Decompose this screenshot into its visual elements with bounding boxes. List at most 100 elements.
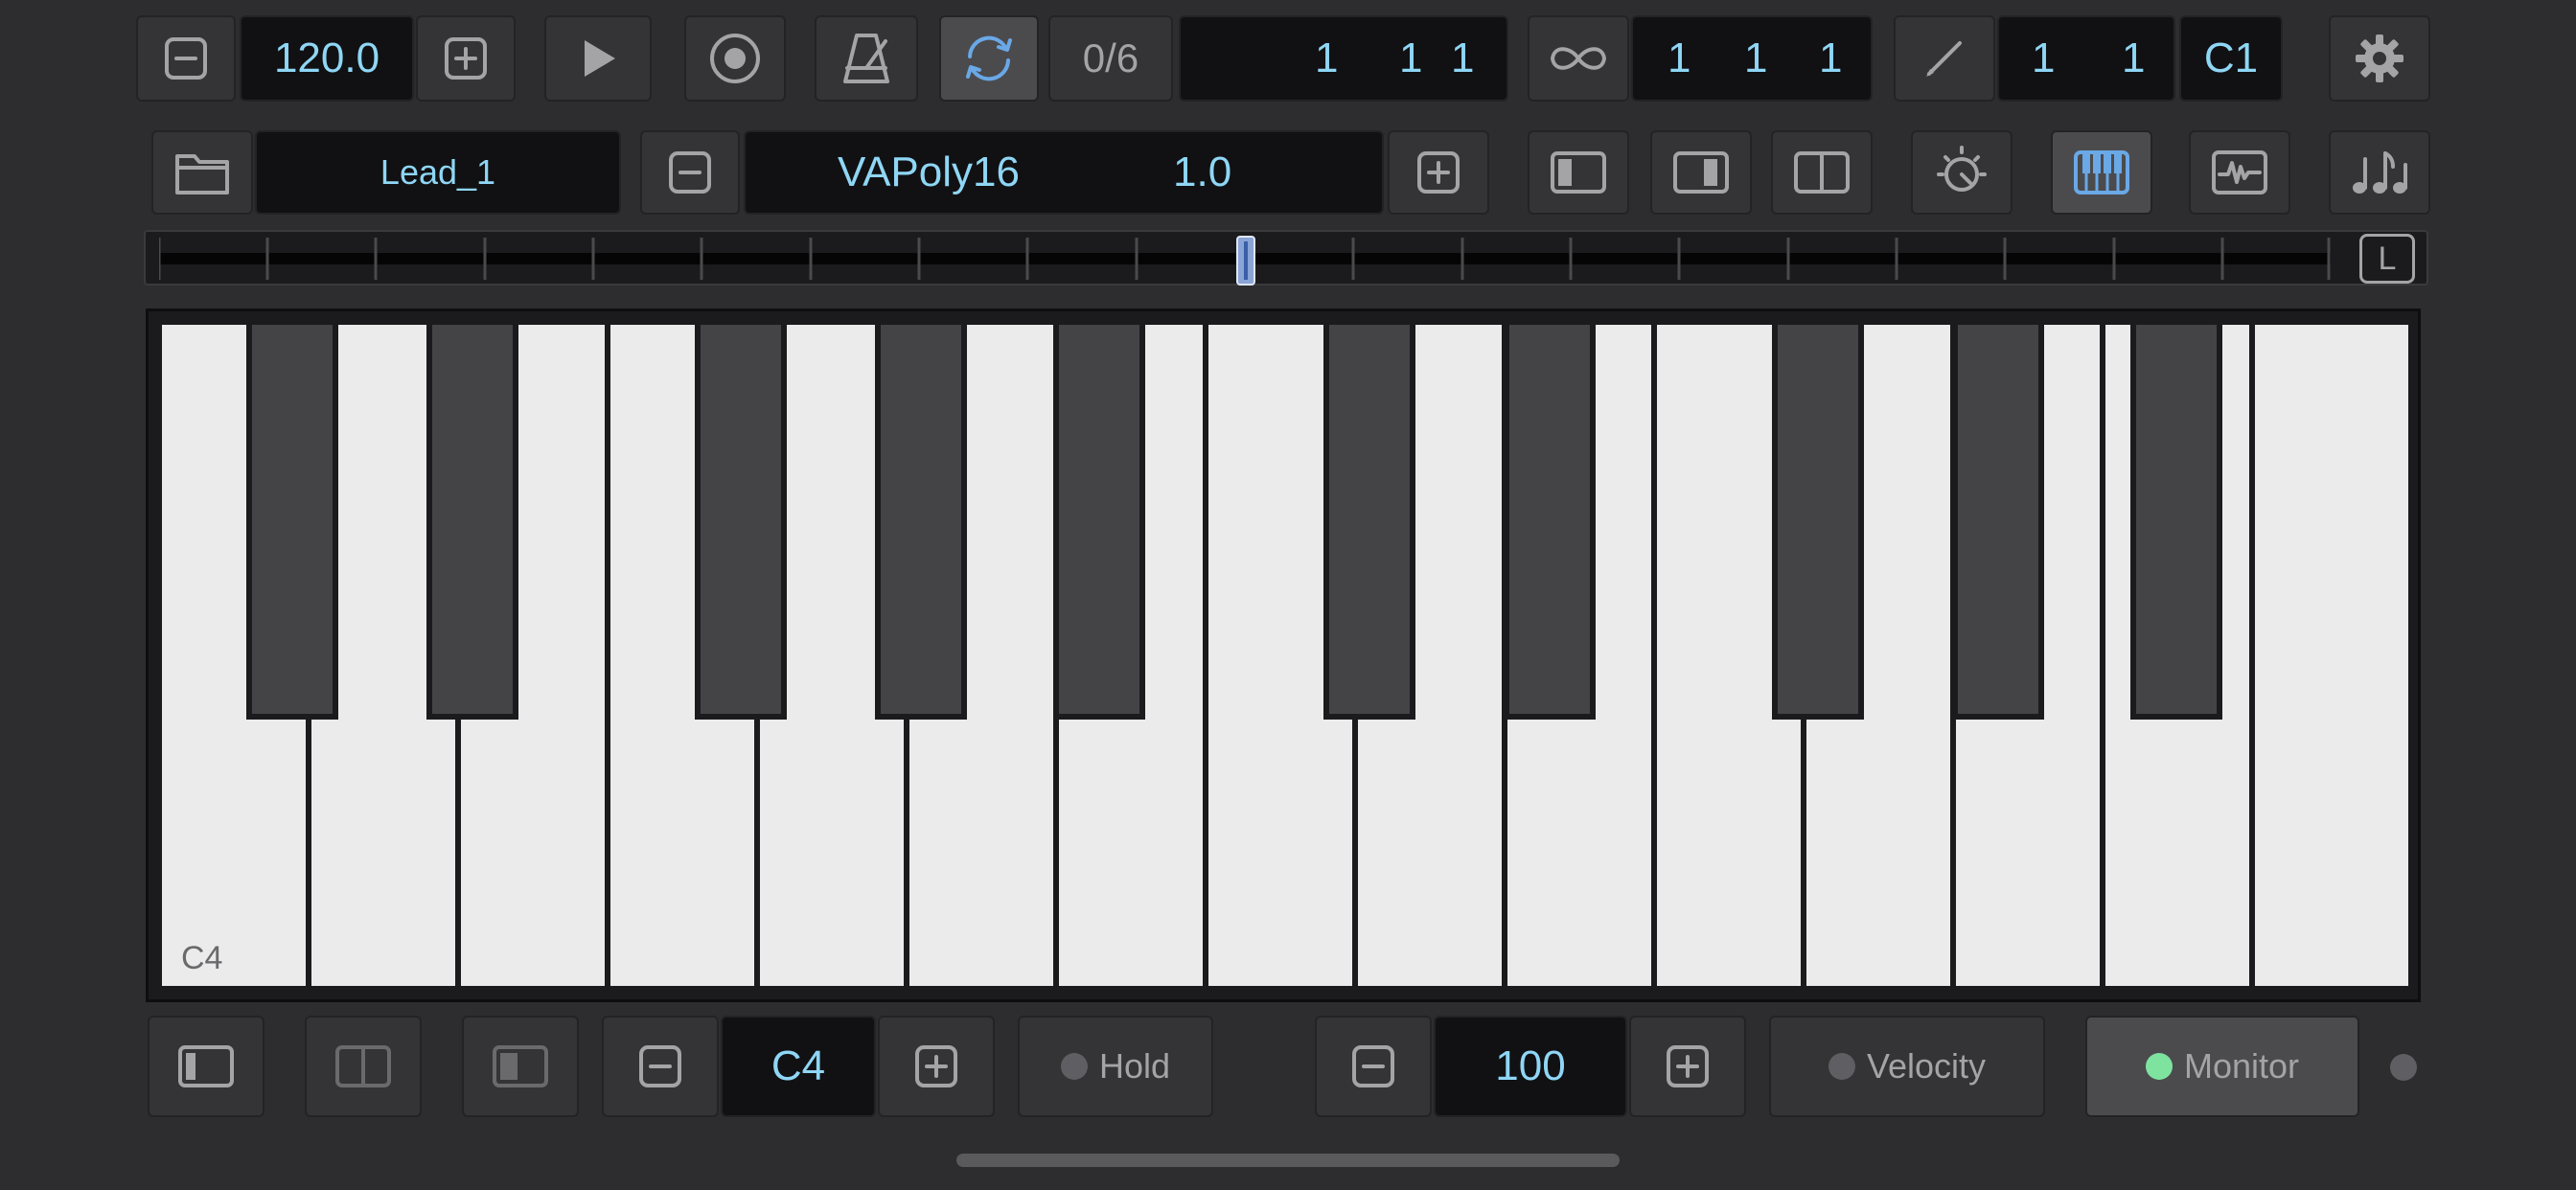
velocity-value: 100	[1495, 1042, 1566, 1089]
lock-label: L	[2378, 240, 2397, 277]
minus-box-icon	[639, 1045, 681, 1087]
folder-icon	[175, 154, 229, 195]
position-display: 1 1 1	[1179, 15, 1508, 102]
minus-box-icon	[165, 37, 207, 80]
black-key[interactable]	[1053, 325, 1145, 720]
black-key[interactable]	[246, 325, 338, 720]
timeline-scrubber[interactable]: L	[144, 230, 2428, 286]
layout-split-button[interactable]	[305, 1016, 422, 1117]
instrument-value: 1.0	[1173, 149, 1232, 195]
tempo-increase-button[interactable]	[416, 15, 516, 102]
loop-icon	[966, 35, 1012, 81]
black-key[interactable]	[1323, 325, 1415, 720]
play-button[interactable]	[544, 15, 652, 102]
octave-key-label: C4	[181, 940, 223, 976]
plus-box-icon	[1417, 151, 1460, 194]
split-view-icon	[335, 1045, 391, 1087]
velocity-toggle-button[interactable]: Velocity	[1769, 1016, 2045, 1117]
velocity-decrease-button[interactable]	[1315, 1016, 1432, 1117]
left-panel-button[interactable]	[1528, 130, 1629, 215]
hold-label: Hold	[1098, 1046, 1171, 1086]
music-notes-icon	[2353, 151, 2407, 194]
keyboard-view-button[interactable]	[2051, 130, 2152, 215]
minus-box-icon	[1352, 1045, 1394, 1087]
black-key[interactable]	[1952, 325, 2044, 720]
black-key[interactable]	[875, 325, 967, 720]
instrument-increase-button[interactable]	[1388, 130, 1489, 215]
waveform-view-button[interactable]	[2189, 130, 2290, 215]
edit-grid-bar: 1	[2032, 34, 2056, 81]
panel-left-icon	[178, 1045, 234, 1087]
instrument-decrease-button[interactable]	[640, 130, 740, 215]
right-panel-button[interactable]	[1650, 130, 1752, 215]
status-indicator	[2390, 1054, 2417, 1081]
split-view-icon	[1794, 151, 1850, 194]
tempo-field[interactable]: 120.0	[240, 15, 414, 102]
instrument-field[interactable]: VAPoly16 1.0	[744, 130, 1384, 215]
black-key[interactable]	[1504, 325, 1596, 720]
black-key[interactable]	[426, 325, 518, 720]
black-key[interactable]	[695, 325, 787, 720]
white-key[interactable]	[2255, 325, 2408, 986]
hold-toggle-button[interactable]: Hold	[1018, 1016, 1213, 1117]
loop-length-display: 1 1 1	[1631, 15, 1873, 102]
layout-right-button[interactable]	[462, 1016, 579, 1117]
settings-button[interactable]	[2329, 15, 2430, 102]
track-name: Lead_1	[380, 152, 496, 192]
octave-decrease-button[interactable]	[602, 1016, 719, 1117]
waveform-icon	[2212, 150, 2267, 195]
position-tick: 1	[1451, 34, 1475, 81]
octave-increase-button[interactable]	[878, 1016, 995, 1117]
knob-view-button[interactable]	[1911, 130, 2012, 215]
split-view-button[interactable]	[1771, 130, 1873, 215]
infinity-icon	[1551, 47, 1606, 70]
tempo-value: 120.0	[273, 34, 380, 81]
edit-note-display[interactable]: C1	[2179, 15, 2283, 102]
scrubber-lock-button[interactable]: L	[2359, 234, 2415, 284]
record-button[interactable]	[684, 15, 786, 102]
position-bar: 1	[1315, 34, 1339, 81]
play-icon	[585, 40, 615, 77]
pencil-icon	[1926, 41, 1962, 77]
track-name-field[interactable]: Lead_1	[255, 130, 621, 215]
velocity-field[interactable]: 100	[1434, 1016, 1627, 1117]
octave-field[interactable]: C4	[721, 1016, 876, 1117]
piano-keyboard[interactable]: C4	[146, 309, 2421, 1002]
position-beat: 1	[1399, 34, 1423, 81]
velocity-increase-button[interactable]	[1629, 1016, 1746, 1117]
panel-right-icon	[1673, 151, 1729, 194]
edit-pencil-button[interactable]	[1894, 15, 1995, 102]
plus-box-icon	[445, 37, 487, 80]
scrubber-handle[interactable]	[1236, 236, 1255, 286]
layout-left-button[interactable]	[148, 1016, 264, 1117]
monitor-indicator	[2145, 1053, 2173, 1080]
edit-grid-display: 1 1	[1997, 15, 2175, 102]
tempo-decrease-button[interactable]	[136, 15, 236, 102]
loop-count-display: 0/6	[1048, 15, 1173, 102]
panel-half-icon	[493, 1045, 548, 1087]
keys-area: C4	[162, 325, 2408, 986]
minus-box-icon	[669, 151, 711, 194]
metronome-icon	[843, 34, 889, 83]
loop-count-value: 0/6	[1082, 35, 1139, 80]
edit-grid-beat: 1	[2122, 34, 2146, 81]
monitor-toggle-button[interactable]: Monitor	[2085, 1016, 2359, 1117]
velocity-label: Velocity	[1866, 1046, 1987, 1086]
home-indicator[interactable]	[956, 1154, 1620, 1167]
octave-value: C4	[770, 1042, 826, 1089]
scrubber-handle-line	[1244, 241, 1248, 280]
hold-indicator	[1060, 1053, 1088, 1080]
black-key[interactable]	[2130, 325, 2222, 720]
loop-toggle-button[interactable]	[939, 15, 1039, 102]
plus-box-icon	[915, 1045, 957, 1087]
loop-length-tick: 1	[1819, 34, 1843, 81]
dial-icon	[1937, 146, 1987, 192]
metronome-button[interactable]	[815, 15, 918, 102]
instrument-name: VAPoly16	[838, 149, 1020, 195]
sequencer-view-button[interactable]	[2329, 130, 2430, 215]
open-folder-button[interactable]	[151, 130, 253, 215]
black-key[interactable]	[1772, 325, 1864, 720]
edit-note-value: C1	[2203, 34, 2259, 81]
loop-length-button[interactable]	[1528, 15, 1629, 102]
panel-left-icon	[1551, 151, 1606, 194]
